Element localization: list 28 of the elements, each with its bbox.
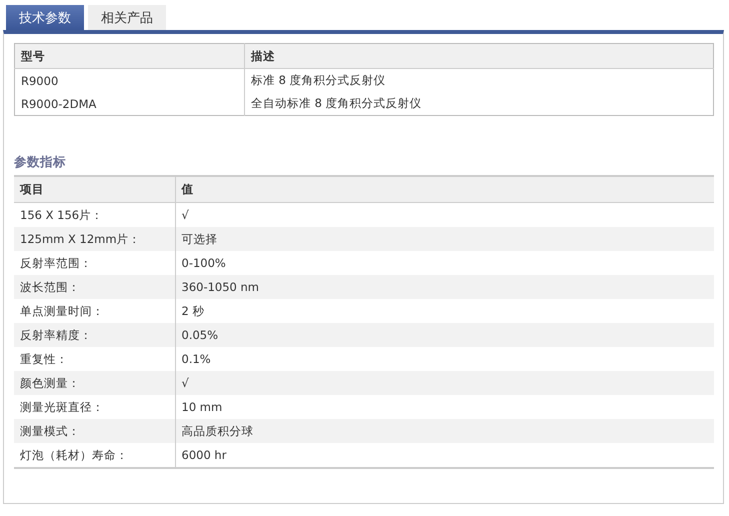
table-cell: 2 秒 xyxy=(175,299,714,323)
table-cell: 10 mm xyxy=(175,395,714,419)
column-header: 项目 xyxy=(14,176,175,202)
table-cell: 高品质积分球 xyxy=(175,419,714,443)
table-cell: 波长范围： xyxy=(14,275,175,299)
table-cell: 标准 8 度角积分式反射仪 xyxy=(244,68,714,92)
table-cell: 125mm X 12mm片： xyxy=(14,227,175,251)
column-header: 值 xyxy=(175,176,714,202)
table-cell: 6000 hr xyxy=(175,443,714,468)
table-cell: 颜色测量： xyxy=(14,371,175,395)
table-cell: 全自动标准 8 度角积分式反射仪 xyxy=(244,92,714,116)
column-header: 型号 xyxy=(14,44,244,68)
tab[interactable]: 技术参数 xyxy=(6,5,84,30)
table-cell: R9000-2DMA xyxy=(14,92,244,116)
table-cell: R9000 xyxy=(14,68,244,92)
table-cell: √ xyxy=(175,371,714,395)
table-cell: 可选择 xyxy=(175,227,714,251)
table-cell: √ xyxy=(175,202,714,227)
table-cell: 反射率精度： xyxy=(14,323,175,347)
section-title: 参数指标 xyxy=(14,154,67,171)
column-header: 描述 xyxy=(244,44,714,68)
tab[interactable]: 相关产品 xyxy=(88,5,166,30)
table-cell: 0.1% xyxy=(175,347,714,371)
table-cell: 0-100% xyxy=(175,251,714,275)
table-cell: 0.05% xyxy=(175,323,714,347)
table-cell: 灯泡（耗材）寿命： xyxy=(14,443,175,468)
table-cell: 360-1050 nm xyxy=(175,275,714,299)
table-cell: 测量模式： xyxy=(14,419,175,443)
